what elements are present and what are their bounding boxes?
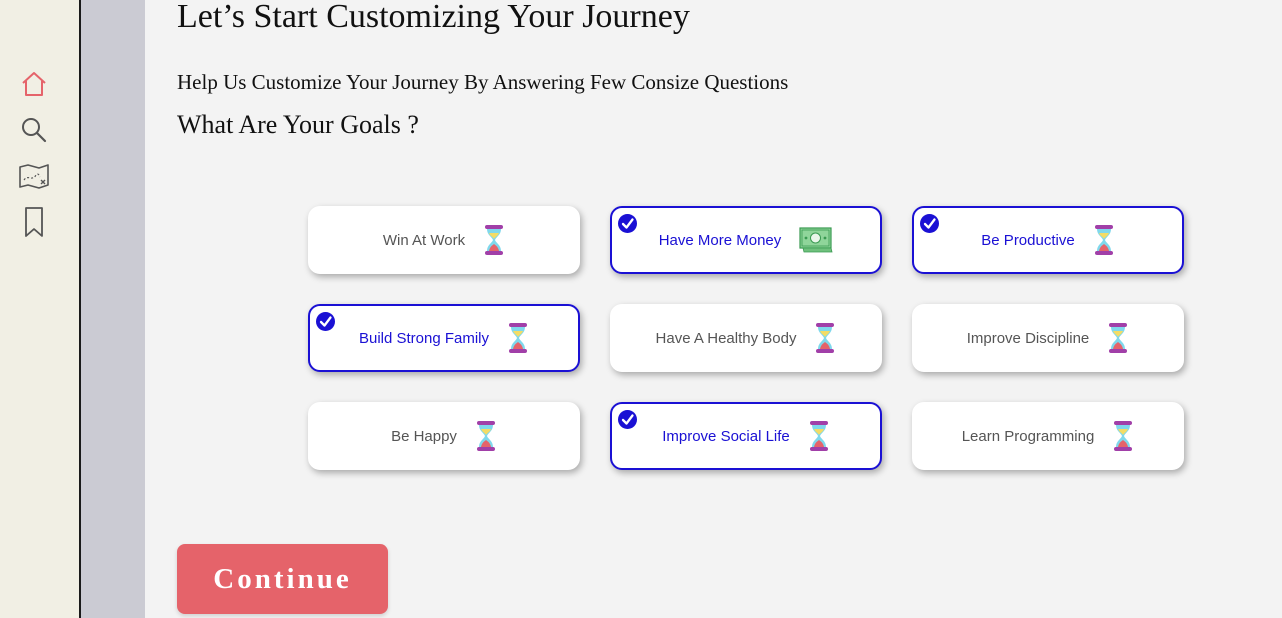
goal-card-improve-social-life[interactable]: Improve Social Life bbox=[610, 402, 882, 470]
goal-label: Have More Money bbox=[658, 231, 782, 249]
goal-label: Be Productive bbox=[981, 231, 1075, 249]
goal-card-learn-programming[interactable]: Learn Programming bbox=[912, 402, 1184, 470]
home-icon bbox=[20, 70, 48, 98]
check-icon bbox=[316, 312, 335, 331]
goal-label: Be Happy bbox=[391, 427, 457, 445]
goal-card-improve-discipline[interactable]: Improve Discipline bbox=[912, 304, 1184, 372]
check-icon bbox=[618, 410, 637, 429]
goals-grid: Win At Work Have More Money Be Productiv… bbox=[308, 206, 1184, 470]
hourglass-icon bbox=[475, 420, 497, 452]
goal-label: Improve Discipline bbox=[966, 329, 1090, 347]
hourglass-icon bbox=[1112, 420, 1134, 452]
hourglass-icon bbox=[1093, 224, 1115, 256]
goals-question: What Are Your Goals ? bbox=[177, 110, 419, 139]
goal-card-have-more-money[interactable]: Have More Money bbox=[610, 206, 882, 274]
hourglass-icon bbox=[483, 224, 505, 256]
goal-card-win-at-work[interactable]: Win At Work bbox=[308, 206, 580, 274]
page-subtitle: Help Us Customize Your Journey By Answer… bbox=[177, 70, 789, 94]
hourglass-icon bbox=[808, 420, 830, 452]
check-icon bbox=[618, 214, 637, 233]
goal-label: Win At Work bbox=[382, 231, 466, 249]
bookmark-icon bbox=[24, 206, 44, 238]
check-icon bbox=[920, 214, 939, 233]
nav-map[interactable] bbox=[18, 160, 50, 192]
goal-card-be-productive[interactable]: Be Productive bbox=[912, 206, 1184, 274]
continue-button[interactable]: Continue bbox=[177, 544, 388, 614]
search-icon bbox=[20, 116, 48, 144]
goal-label: Have A Healthy Body bbox=[655, 329, 797, 347]
money-icon bbox=[799, 226, 833, 254]
hourglass-icon bbox=[814, 322, 836, 354]
panel-gutter bbox=[81, 0, 145, 618]
nav-home[interactable] bbox=[18, 68, 50, 100]
goal-card-have-a-healthy-body[interactable]: Have A Healthy Body bbox=[610, 304, 882, 372]
hourglass-icon bbox=[1107, 322, 1129, 354]
page-title: Let’s Start Customizing Your Journey bbox=[177, 0, 690, 35]
goal-label: Improve Social Life bbox=[662, 427, 790, 445]
nav-search[interactable] bbox=[18, 114, 50, 146]
main-content: Let’s Start Customizing Your Journey Hel… bbox=[145, 0, 1282, 618]
goal-label: Build Strong Family bbox=[358, 329, 490, 347]
hourglass-icon bbox=[507, 322, 529, 354]
map-icon bbox=[19, 162, 49, 190]
goal-card-build-strong-family[interactable]: Build Strong Family bbox=[308, 304, 580, 372]
goal-card-be-happy[interactable]: Be Happy bbox=[308, 402, 580, 470]
sidebar bbox=[0, 0, 81, 618]
nav-bookmarks[interactable] bbox=[18, 206, 50, 238]
goal-label: Learn Programming bbox=[961, 427, 1095, 445]
